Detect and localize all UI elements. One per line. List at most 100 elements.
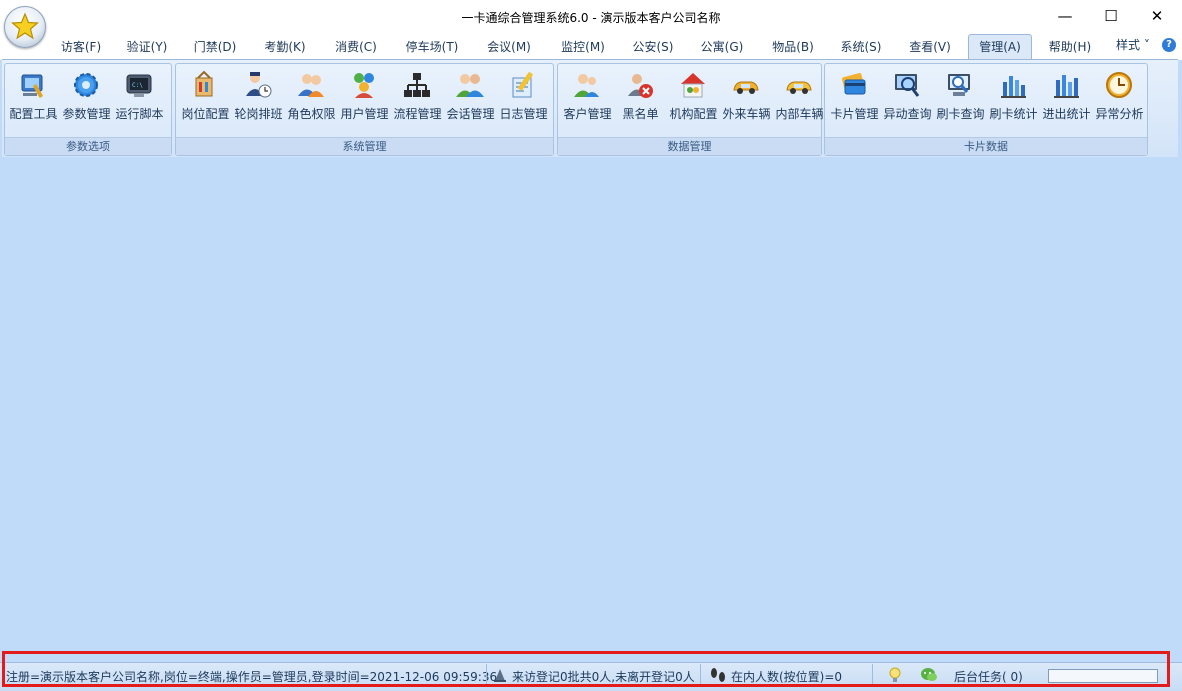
card-management-label: 卡片管理 (830, 107, 879, 121)
tab-apartment[interactable]: 公寓(G) (692, 36, 752, 58)
change-query-button[interactable]: 异动查询 (881, 68, 934, 130)
change-query-icon (895, 74, 920, 97)
parameter-management-button[interactable]: 参数管理 (60, 68, 113, 130)
role-permission-icon (298, 74, 324, 97)
customer-management-label: 客户管理 (563, 107, 612, 121)
anomaly-analysis-label: 异常分析 (1095, 107, 1144, 121)
shift-schedule-label: 轮岗排班 (234, 107, 283, 121)
style-menu[interactable]: 样式 ˅ (1116, 36, 1150, 53)
session-management-label: 会话管理 (446, 107, 495, 121)
svg-text:C:\: C:\ (132, 82, 143, 89)
session-icon (456, 74, 484, 97)
tab-help[interactable]: 帮助(H) (1040, 36, 1100, 58)
run-script-button[interactable]: C:\ 运行脚本 (113, 68, 166, 130)
internal-vehicle-label: 内部车辆 (775, 107, 824, 121)
role-permission-label: 角色权限 (287, 107, 336, 121)
role-permission-button[interactable]: 角色权限 (285, 68, 338, 130)
close-button[interactable]: ✕ (1134, 0, 1180, 32)
swipe-query-icon (948, 74, 970, 96)
ribbon-group-system-management: 岗位配置 轮岗排班 角色权限 用户管理 流程管理 会话管理 日志管理 系统管理 (175, 63, 554, 156)
tab-view[interactable]: 查看(V) (900, 36, 960, 58)
shift-schedule-icon (246, 72, 272, 98)
application-menu-button[interactable] (4, 6, 46, 48)
post-config-button[interactable]: 岗位配置 (179, 68, 232, 130)
ribbon-panel: 配置工具 参数管理 C:\ 运行脚本 参数选项 岗位配置 轮岗排班 角色权限 用… (2, 59, 1178, 158)
ribbon-tab-bar: 访客(F) 验证(Y) 门禁(D) 考勤(K) 消费(C) 停车场(T) 会议(… (0, 34, 1182, 61)
swipe-query-button[interactable]: 刷卡查询 (934, 68, 987, 130)
tab-access-control[interactable]: 门禁(D) (186, 36, 244, 58)
change-query-label: 异动查询 (883, 107, 932, 121)
internal-vehicle-icon (786, 81, 812, 94)
card-management-button[interactable]: 卡片管理 (828, 68, 881, 130)
session-management-button[interactable]: 会话管理 (444, 68, 497, 130)
tab-management[interactable]: 管理(A) (968, 34, 1032, 61)
external-vehicle-icon (733, 81, 759, 94)
tab-verify[interactable]: 验证(Y) (118, 36, 176, 58)
gear-icon (74, 73, 98, 97)
blacklist-label: 黑名单 (622, 107, 659, 121)
config-tool-button[interactable]: 配置工具 (7, 68, 60, 130)
customer-icon (574, 74, 599, 97)
clock-icon (1106, 72, 1132, 98)
tab-meeting[interactable]: 会议(M) (478, 36, 540, 58)
tab-monitoring[interactable]: 监控(M) (552, 36, 614, 58)
organization-config-button[interactable]: 机构配置 (667, 68, 720, 130)
tab-parking[interactable]: 停车场(T) (396, 36, 468, 58)
entry-exit-stats-label: 进出统计 (1042, 107, 1091, 121)
external-vehicle-label: 外来车辆 (722, 107, 771, 121)
workflow-management-label: 流程管理 (393, 107, 442, 121)
parameter-management-label: 参数管理 (62, 107, 111, 121)
run-script-label: 运行脚本 (115, 107, 164, 121)
ribbon-group-data-management: 客户管理 黑名单 机构配置 外来车辆 内部车辆 数据管理 (557, 63, 824, 156)
tab-attendance[interactable]: 考勤(K) (256, 36, 314, 58)
blacklist-icon (628, 74, 653, 98)
title-bar: 一卡通综合管理系统6.0 - 演示版本客户公司名称 — ☐ ✕ (0, 0, 1182, 34)
group-label-parameters: 参数选项 (5, 137, 171, 155)
minimize-button[interactable]: — (1042, 0, 1088, 32)
workflow-icon (404, 73, 430, 97)
card-icon (841, 73, 866, 95)
organization-icon (681, 73, 705, 98)
tab-visitor[interactable]: 访客(F) (52, 36, 110, 58)
maximize-button[interactable]: ☐ (1088, 0, 1134, 32)
group-label-card-data: 卡片数据 (825, 137, 1147, 155)
workflow-management-button[interactable]: 流程管理 (391, 68, 444, 130)
organization-config-label: 机构配置 (669, 107, 718, 121)
customer-management-button[interactable]: 客户管理 (561, 68, 614, 130)
swipe-stats-label: 刷卡统计 (989, 107, 1038, 121)
entry-exit-stats-icon (1054, 75, 1079, 98)
user-management-label: 用户管理 (340, 107, 389, 121)
group-label-data-management: 数据管理 (558, 137, 821, 155)
log-management-button[interactable]: 日志管理 (497, 68, 550, 130)
post-config-icon (195, 70, 213, 97)
swipe-stats-icon (1001, 76, 1026, 98)
config-tool-icon (21, 74, 43, 98)
internal-vehicle-button[interactable]: 内部车辆 (773, 68, 826, 130)
shift-schedule-button[interactable]: 轮岗排班 (232, 68, 285, 130)
star-icon (11, 12, 39, 40)
highlight-box (2, 651, 1170, 687)
config-tool-label: 配置工具 (9, 107, 58, 121)
main-workspace (0, 157, 1182, 662)
tab-public-security[interactable]: 公安(S) (624, 36, 682, 58)
user-management-button[interactable]: 用户管理 (338, 68, 391, 130)
entry-exit-stats-button[interactable]: 进出统计 (1040, 68, 1093, 130)
log-icon (512, 72, 533, 98)
window-title: 一卡通综合管理系统6.0 - 演示版本客户公司名称 (461, 11, 721, 25)
help-icon[interactable]: ? (1162, 38, 1176, 52)
tab-consumption[interactable]: 消费(C) (326, 36, 386, 58)
ribbon-group-card-data: 卡片管理 异动查询 刷卡查询 刷卡统计 进出统计 异常分析 卡片数据 (824, 63, 1148, 156)
external-vehicle-button[interactable]: 外来车辆 (720, 68, 773, 130)
tab-system[interactable]: 系统(S) (832, 36, 890, 58)
ribbon-group-parameters: 配置工具 参数管理 C:\ 运行脚本 参数选项 (4, 63, 172, 156)
swipe-stats-button[interactable]: 刷卡统计 (987, 68, 1040, 130)
script-icon: C:\ (126, 74, 152, 97)
blacklist-button[interactable]: 黑名单 (614, 68, 667, 130)
tab-items[interactable]: 物品(B) (764, 36, 822, 58)
log-management-label: 日志管理 (499, 107, 548, 121)
swipe-query-label: 刷卡查询 (936, 107, 985, 121)
post-config-label: 岗位配置 (181, 107, 230, 121)
anomaly-analysis-button[interactable]: 异常分析 (1093, 68, 1146, 130)
group-label-system-management: 系统管理 (176, 137, 553, 155)
user-management-icon (354, 73, 374, 98)
